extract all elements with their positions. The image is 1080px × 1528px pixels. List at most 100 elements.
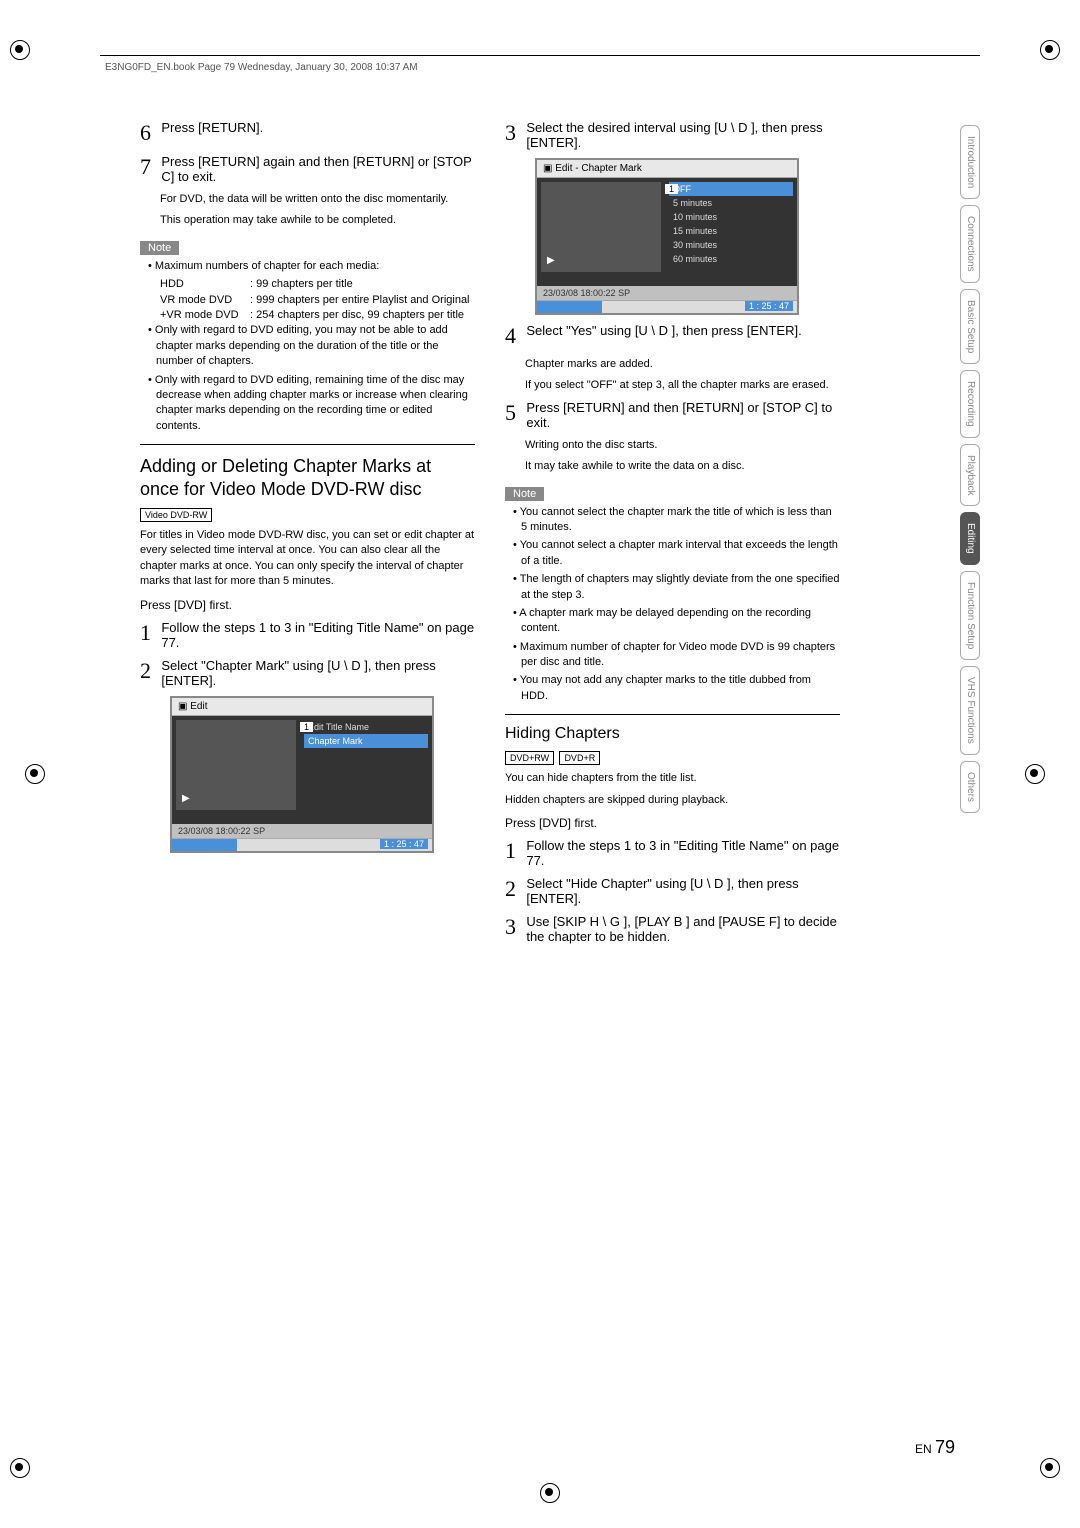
note-item: • Only with regard to DVD editing, remai… — [148, 373, 475, 435]
section-heading: Hiding Chapters — [505, 725, 840, 743]
menu-item-off[interactable]: OFF — [669, 182, 793, 196]
menu-item-edit-title-name[interactable]: Edit Title Name — [304, 720, 428, 734]
step-number: 7 — [140, 154, 158, 180]
step-number: 1 — [505, 838, 523, 864]
note-item: • You may not add any chapter marks to t… — [513, 673, 840, 704]
media-limit: : 999 chapters per entire Playlist and O… — [250, 293, 475, 308]
crop-mark-icon — [540, 1483, 570, 1513]
step-text: Press [RETURN] and then [RETURN] or [STO… — [526, 400, 839, 430]
step-text: Select "Chapter Mark" using [U \ D ], th… — [161, 658, 474, 688]
media-name: HDD — [160, 277, 250, 292]
step-text: Use [SKIP H \ G ], [PLAY B ] and [PAUSE … — [526, 914, 839, 944]
title-number: 1 — [665, 184, 678, 194]
step-subtext: It may take awhile to write the data on … — [525, 459, 840, 474]
step-text: Press [RETURN] again and then [RETURN] o… — [161, 154, 474, 184]
section-tabs: Introduction Connections Basic Setup Rec… — [960, 125, 980, 813]
interval-menu-list: OFF 5 minutes 10 minutes 15 minutes 30 m… — [661, 182, 793, 282]
status-datetime: 23/03/08 18:00:22 SP — [537, 286, 797, 300]
play-icon: ▶ — [547, 255, 555, 266]
left-column: 6 Press [RETURN]. 7 Press [RETURN] again… — [140, 120, 475, 952]
step-text: Select "Yes" using [U \ D ], then press … — [526, 323, 839, 338]
step-number: 2 — [505, 876, 523, 902]
progress-bar: 1 : 25 : 47 — [172, 838, 432, 851]
menu-item-15min[interactable]: 15 minutes — [669, 224, 793, 238]
chapter-mark-menu-screenshot: ▣ Edit - Chapter Mark ▶ 1 OFF 5 minutes … — [535, 158, 799, 315]
tab-others[interactable]: Others — [960, 761, 980, 813]
right-column: 3 Select the desired interval using [U \… — [505, 120, 840, 952]
edit-menu-list: Edit Title Name Chapter Mark — [296, 720, 428, 820]
step-number: 1 — [140, 620, 158, 646]
step-number: 2 — [140, 658, 158, 684]
chapter-limits-table: HDD: 99 chapters per title VR mode DVD: … — [160, 277, 475, 323]
crop-mark-icon — [1040, 40, 1070, 70]
step-subtext: Writing onto the disc starts. — [525, 438, 840, 453]
hdd-icon: ▣ — [178, 701, 190, 712]
note-badge: Note — [505, 487, 544, 501]
preview-pane: ▶ — [176, 720, 296, 810]
press-dvd-first: Press [DVD] first. — [505, 816, 840, 830]
tab-recording[interactable]: Recording — [960, 370, 980, 438]
menu-item-chapter-mark[interactable]: Chapter Mark — [304, 734, 428, 748]
step-text: Select the desired interval using [U \ D… — [526, 120, 839, 150]
elapsed-time: 1 : 25 : 47 — [745, 301, 793, 311]
disc-badge-dvd-rw: Video DVD-RW — [140, 508, 212, 522]
step-text: Follow the steps 1 to 3 in "Editing Titl… — [161, 620, 474, 650]
note-item: • Only with regard to DVD editing, you m… — [148, 323, 475, 369]
header-rule — [100, 55, 980, 56]
tab-vhs-functions[interactable]: VHS Functions — [960, 666, 980, 755]
tab-playback[interactable]: Playback — [960, 444, 980, 507]
note-list: • You cannot select the chapter mark the… — [505, 505, 840, 705]
page-number-value: 79 — [935, 1437, 955, 1457]
section-divider — [505, 714, 840, 715]
crop-mark-icon — [25, 764, 55, 794]
title-number: 1 — [300, 722, 313, 732]
note-item: • You cannot select a chapter mark inter… — [513, 538, 840, 569]
tab-basic-setup[interactable]: Basic Setup — [960, 289, 980, 364]
tab-connections[interactable]: Connections — [960, 205, 980, 283]
page-number: EN 79 — [915, 1437, 955, 1458]
step-subtext: For DVD, the data will be written onto t… — [160, 192, 475, 207]
menu-item-60min[interactable]: 60 minutes — [669, 252, 793, 266]
note-item: • You cannot select the chapter mark the… — [513, 505, 840, 536]
note-list: • Maximum numbers of chapter for each me… — [140, 259, 475, 434]
menu-item-10min[interactable]: 10 minutes — [669, 210, 793, 224]
page-header-meta: E3NG0FD_EN.book Page 79 Wednesday, Janua… — [105, 62, 418, 73]
preview-pane: ▶ — [541, 182, 661, 272]
note-item: • Maximum number of chapter for Video mo… — [513, 640, 840, 671]
ui-title: Edit — [190, 701, 207, 712]
note-badge: Note — [140, 241, 179, 255]
step-number: 4 — [505, 323, 523, 349]
hdd-icon: ▣ — [543, 163, 555, 174]
step-number: 6 — [140, 120, 158, 146]
menu-item-30min[interactable]: 30 minutes — [669, 238, 793, 252]
press-dvd-first: Press [DVD] first. — [140, 598, 475, 612]
disc-badge-dvd-plus-rw: DVD+RW — [505, 751, 554, 765]
step-number: 3 — [505, 120, 523, 146]
step-subtext: If you select "OFF" at step 3, all the c… — [525, 378, 840, 393]
note-item: • Maximum numbers of chapter for each me… — [148, 259, 475, 274]
tab-editing[interactable]: Editing — [960, 512, 980, 565]
page-lang: EN — [915, 1442, 932, 1456]
hiding-intro: Hidden chapters are skipped during playb… — [505, 793, 840, 808]
elapsed-time: 1 : 25 : 47 — [380, 839, 428, 849]
crop-mark-icon — [10, 1458, 40, 1488]
section-heading: Adding or Deleting Chapter Marks at once… — [140, 455, 475, 500]
crop-mark-icon — [10, 40, 40, 70]
section-intro: For titles in Video mode DVD-RW disc, yo… — [140, 528, 475, 590]
tab-introduction[interactable]: Introduction — [960, 125, 980, 199]
note-item: • A chapter mark may be delayed dependin… — [513, 606, 840, 637]
step-text: Select "Hide Chapter" using [U \ D ], th… — [526, 876, 839, 906]
progress-bar: 1 : 25 : 47 — [537, 300, 797, 313]
crop-mark-icon — [1025, 764, 1055, 794]
step-subtext: Chapter marks are added. — [525, 357, 840, 372]
hiding-intro: You can hide chapters from the title lis… — [505, 771, 840, 786]
media-name: +VR mode DVD — [160, 308, 250, 323]
disc-badge-dvd-plus-r: DVD+R — [559, 751, 600, 765]
menu-item-5min[interactable]: 5 minutes — [669, 196, 793, 210]
media-limit: : 99 chapters per title — [250, 277, 475, 292]
media-limit: : 254 chapters per disc, 99 chapters per… — [250, 308, 475, 323]
tab-function-setup[interactable]: Function Setup — [960, 571, 980, 660]
media-name: VR mode DVD — [160, 293, 250, 308]
note-item: • The length of chapters may slightly de… — [513, 572, 840, 603]
step-number: 5 — [505, 400, 523, 426]
